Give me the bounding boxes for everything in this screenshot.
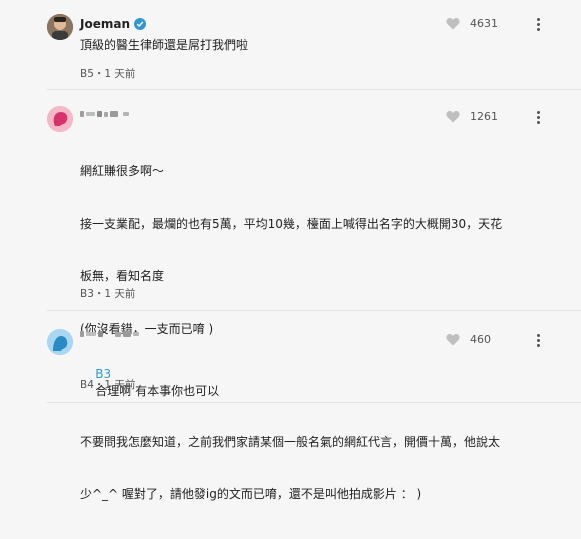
comment-line: 不要問我怎麼知道，之前我們家請某個一般名氣的網紅代言，開價十萬，他說太: [80, 434, 501, 449]
comment-meta: B4・1 天前: [80, 379, 136, 391]
more-options-icon[interactable]: [535, 111, 541, 124]
comment-line: 網紅賺很多啊～: [80, 164, 165, 178]
floor-number[interactable]: B4: [80, 379, 94, 391]
floor-number[interactable]: B3: [80, 288, 94, 300]
comment-author[interactable]: Joeman: [80, 17, 146, 31]
verified-icon: [134, 18, 146, 30]
comment-line: 少^_^ 喔對了，請他發ig的文而已唷，還不是叫他拍成影片 ： ): [80, 487, 422, 501]
avatar[interactable]: [47, 329, 73, 355]
heart-icon[interactable]: [446, 17, 460, 30]
author-name-masked[interactable]: [80, 331, 139, 337]
comment-author[interactable]: [80, 331, 143, 337]
comment: 460 B3 合理啊 有本事你也可以 B4・1 天前: [0, 311, 581, 404]
comment-line: 接一支業配，最爛的也有5萬，平均10幾，檯面上喊得出名字的大概開30，天花: [80, 216, 503, 231]
like-control[interactable]: 1261: [446, 110, 498, 123]
like-control[interactable]: 460: [446, 333, 491, 346]
comment-time: 1 天前: [104, 379, 136, 391]
comment-meta: B5・1 天前: [80, 68, 136, 80]
like-count: 4631: [470, 17, 498, 30]
heart-icon[interactable]: [446, 110, 460, 123]
divider: [47, 402, 581, 403]
like-control[interactable]: 4631: [446, 17, 498, 30]
author-name[interactable]: Joeman: [80, 17, 130, 31]
comment-text: B3 合理啊 有本事你也可以: [80, 348, 520, 418]
comment-author[interactable]: [80, 111, 133, 117]
more-options-icon[interactable]: [535, 334, 541, 347]
comment-time: 1 天前: [104, 68, 136, 80]
comment: 1261 網紅賺很多啊～ 接一支業配，最爛的也有5萬，平均10幾，檯面上喊得出名…: [0, 90, 581, 501]
like-count: 460: [470, 333, 491, 346]
avatar[interactable]: [47, 106, 73, 132]
heart-icon[interactable]: [446, 333, 460, 346]
avatar[interactable]: [47, 14, 73, 40]
comment-line: 板無，看知名度: [80, 269, 165, 283]
more-options-icon[interactable]: [535, 18, 541, 31]
comment-meta: B3・1 天前: [80, 288, 136, 300]
comment-time: 1 天前: [104, 288, 136, 300]
floor-number[interactable]: B5: [80, 68, 94, 80]
comment-text: 頂級的醫生律師還是屌打我們啦: [80, 38, 249, 52]
comment: Joeman 4631 頂級的醫生律師還是屌打我們啦 B5・1 天前: [0, 0, 581, 88]
author-name-masked[interactable]: [80, 111, 129, 117]
like-count: 1261: [470, 110, 498, 123]
